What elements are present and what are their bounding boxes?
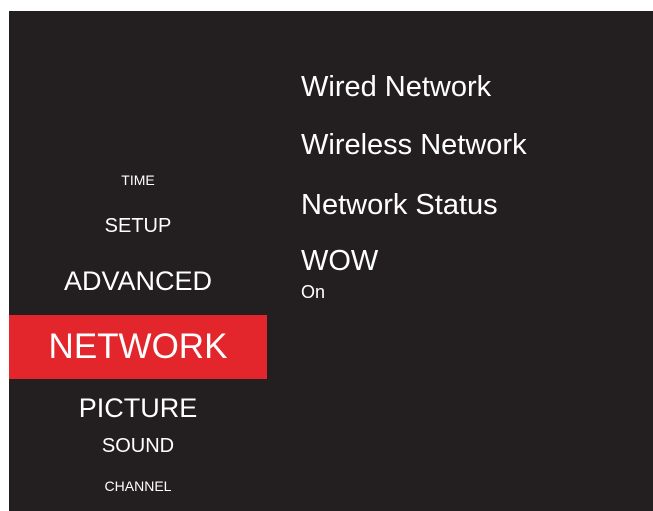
menu-item-channel[interactable]: CHANNEL: [9, 475, 267, 497]
menu-item-time[interactable]: TIME: [9, 169, 267, 191]
wireless-network-option[interactable]: Wireless Network: [301, 129, 527, 162]
tv-menu-screen: TIME SETUP ADVANCED NETWORK PICTURE SOUN…: [9, 11, 653, 511]
network-status-option[interactable]: Network Status: [301, 189, 498, 222]
menu-item-setup[interactable]: SETUP: [9, 213, 267, 239]
main-menu-carousel: TIME SETUP ADVANCED NETWORK PICTURE SOUN…: [9, 11, 267, 511]
menu-item-advanced[interactable]: ADVANCED: [9, 263, 267, 299]
menu-item-picture[interactable]: PICTURE: [9, 390, 267, 426]
menu-item-network[interactable]: NETWORK: [9, 315, 267, 379]
wow-value: On: [301, 282, 326, 302]
wired-network-option[interactable]: Wired Network: [301, 71, 491, 104]
wow-option[interactable]: WOW: [301, 245, 378, 278]
menu-item-sound[interactable]: SOUND: [9, 433, 267, 459]
